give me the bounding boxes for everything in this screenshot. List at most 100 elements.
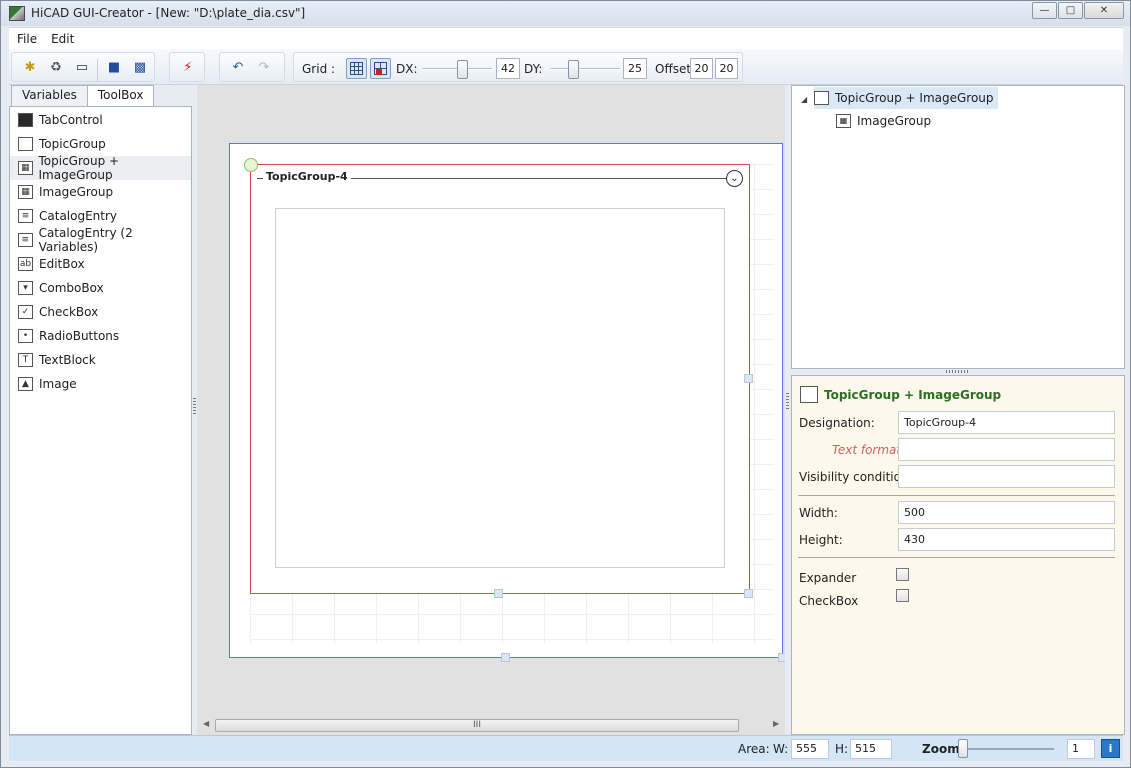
area-label: Area: (738, 742, 770, 756)
redo-icon[interactable]: ↷ (256, 60, 272, 76)
splitter-grip (193, 398, 196, 416)
area-h-label: H: (835, 742, 849, 756)
designation-field[interactable]: TopicGroup-4 (898, 411, 1115, 434)
dy-slider[interactable] (567, 60, 579, 79)
save-as-icon[interactable]: ▩ (132, 60, 148, 76)
resize-handle-corner[interactable] (744, 589, 753, 598)
tree-item-topicgroup-imagegroup[interactable]: TopicGroup + ImageGroup (814, 87, 998, 109)
zoom-slider[interactable] (958, 739, 968, 758)
checkbox-icon: ✓ (18, 305, 33, 319)
right-splitter[interactable] (785, 85, 790, 735)
properties-divider (798, 495, 1115, 496)
toolbox-item-topicgroup-imagegroup[interactable]: ▦ TopicGroup + ImageGroup (10, 154, 191, 182)
scroll-thumb[interactable]: III (215, 719, 739, 732)
toolbox-item-radiobuttons[interactable]: • RadioButtons (10, 324, 191, 348)
collapse-arrow-icon[interactable]: ◢ (801, 95, 807, 104)
splitter-grip (946, 370, 968, 373)
properties-panel: TopicGroup + ImageGroup Designation: Top… (791, 375, 1125, 735)
close-button[interactable]: ✕ (1084, 2, 1124, 19)
menu-edit[interactable]: Edit (45, 32, 80, 46)
text-format-label: Text format: (832, 443, 906, 457)
catalogentry-2-icon: ≡ (18, 233, 33, 247)
toolbox-item-label: Image (39, 377, 77, 391)
toolbox-item-editbox[interactable]: ab EditBox (10, 252, 191, 276)
properties-header: TopicGroup + ImageGroup (800, 386, 1001, 403)
tree-item-imagegroup[interactable]: ▦ ImageGroup (836, 110, 931, 132)
offset-y-field[interactable]: 20 (715, 58, 738, 79)
toolbox-item-label: RadioButtons (39, 329, 120, 343)
new-file-icon[interactable]: ✱ (22, 60, 38, 76)
toolbox-item-tabcontrol[interactable]: TabControl (10, 108, 191, 132)
textblock-icon: T (18, 353, 33, 367)
area-w-label: W: (773, 742, 789, 756)
checkbox-option-checkbox[interactable] (896, 589, 909, 602)
undo-icon[interactable]: ↶ (230, 60, 246, 76)
expander-checkbox[interactable] (896, 568, 909, 581)
toolbox-item-catalogentry[interactable]: ≡ CatalogEntry (10, 204, 191, 228)
toolbox-item-image[interactable]: ▲ Image (10, 372, 191, 396)
toolbox-item-label: TabControl (39, 113, 103, 127)
text-format-field[interactable] (898, 438, 1115, 461)
show-grid-button[interactable] (346, 58, 367, 79)
checkbox-label: CheckBox (799, 594, 859, 608)
area-w-field[interactable]: 555 (791, 739, 829, 759)
left-tabs: Variables ToolBox (11, 85, 155, 107)
toolbar: ✱ ♻ ▭ ■ ▩ ⚡ ↶ ↷ Grid : DX: 42 DY: 25 Off… (9, 49, 1123, 85)
page-resize-handle-bottom[interactable] (501, 653, 510, 662)
zoom-value-field[interactable]: 1 (1067, 739, 1095, 759)
window-title: HiCAD GUI-Creator - [New: "D:\plate_dia.… (31, 6, 306, 20)
save-icon[interactable]: ■ (106, 60, 122, 76)
status-bar: Area: W: 555 H: 515 Zoom: 1 i (9, 735, 1123, 761)
image-icon: ▲ (18, 377, 33, 391)
horizontal-scrollbar[interactable]: ◀ III ▶ (203, 718, 783, 733)
toolbox-item-catalogentry-2[interactable]: ≡ CatalogEntry (2 Variables) (10, 226, 191, 254)
scroll-left-icon[interactable]: ◀ (203, 719, 209, 728)
minimize-button[interactable]: — (1032, 2, 1057, 19)
toolbox-item-textblock[interactable]: T TextBlock (10, 348, 191, 372)
imagegroup-icon: ▦ (836, 114, 851, 128)
dy-value-field[interactable]: 25 (623, 58, 647, 79)
offset-x-field[interactable]: 20 (690, 58, 713, 79)
zoom-slider-track (959, 748, 1054, 750)
topicgroup-title: TopicGroup-4 (263, 170, 351, 183)
expander-chevron-icon[interactable]: ⌄ (726, 170, 743, 187)
grid-label: Grid : (302, 62, 336, 76)
toolbox-item-combobox[interactable]: ▾ ComboBox (10, 276, 191, 300)
tab-variables[interactable]: Variables (11, 85, 88, 106)
new-from-template-icon[interactable]: ♻ (48, 60, 64, 76)
dx-slider[interactable] (457, 60, 469, 79)
structure-tree: ◢ TopicGroup + ImageGroup ▦ ImageGroup (791, 85, 1125, 369)
menu-file[interactable]: File (11, 32, 43, 46)
toolbox-item-topicgroup[interactable]: TopicGroup (10, 132, 191, 156)
imagegroup-frame[interactable] (275, 208, 725, 568)
design-canvas[interactable]: TopicGroup-4 ⌄ ◀ III ▶ (197, 85, 787, 735)
designation-label: Designation: (799, 416, 875, 430)
anchor-handle[interactable] (244, 158, 258, 172)
tabcontrol-icon (18, 113, 33, 127)
imagegroup-icon: ▦ (18, 185, 33, 199)
toolbox-item-imagegroup[interactable]: ▦ ImageGroup (10, 180, 191, 204)
scroll-right-icon[interactable]: ▶ (773, 719, 779, 728)
design-page[interactable]: TopicGroup-4 ⌄ (229, 143, 787, 662)
plug-icon[interactable]: ⚡ (180, 60, 196, 76)
toolbox-item-label: ImageGroup (39, 185, 114, 199)
open-folder-icon[interactable]: ▭ (74, 60, 90, 76)
snap-to-grid-button[interactable] (370, 58, 391, 79)
width-field[interactable]: 500 (898, 501, 1115, 524)
tab-toolbox[interactable]: ToolBox (86, 85, 155, 107)
toolbox-item-checkbox[interactable]: ✓ CheckBox (10, 300, 191, 324)
resize-handle-right[interactable] (744, 374, 753, 383)
hicad-app-icon (9, 6, 25, 21)
snap-grid-icon (374, 62, 387, 75)
toolbox-item-label: TopicGroup (39, 137, 106, 151)
resize-handle-bottom[interactable] (494, 589, 503, 598)
toolbox-list: TabControl TopicGroup ▦ TopicGroup + Ima… (9, 106, 192, 735)
area-h-field[interactable]: 515 (850, 739, 892, 759)
topicgroup-frame[interactable]: TopicGroup-4 ⌄ (250, 164, 750, 594)
height-field[interactable]: 430 (898, 528, 1115, 551)
topicgroup-imagegroup-icon: ▦ (18, 161, 33, 175)
info-icon[interactable]: i (1101, 739, 1120, 758)
visibility-condition-field[interactable] (898, 465, 1115, 488)
dx-value-field[interactable]: 42 (496, 58, 520, 79)
maximize-button[interactable]: □ (1058, 2, 1083, 19)
